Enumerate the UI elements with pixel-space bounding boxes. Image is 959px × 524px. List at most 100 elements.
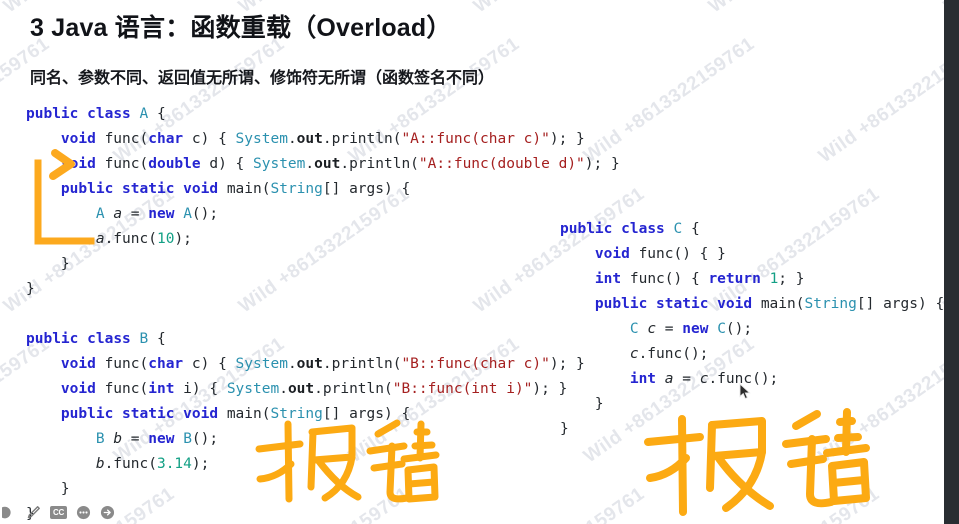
code-token: d) { (200, 156, 254, 172)
code-token: . (287, 356, 297, 372)
code-token: a (95, 231, 105, 247)
closed-caption-icon[interactable]: CC (50, 505, 67, 519)
code-block-right: public class C { void func() { } int fun… (560, 217, 944, 442)
code-token: = (122, 431, 149, 447)
code-token: public (26, 106, 79, 122)
code-token: (); (191, 431, 219, 447)
code-token: .println( (322, 131, 402, 147)
code-token: func( (95, 381, 149, 397)
code-token: } (560, 421, 569, 437)
code-token: System (253, 156, 306, 172)
code-token: c) { (183, 131, 236, 147)
code-token: int (629, 371, 657, 387)
code-token: B (183, 431, 192, 447)
code-line: B b = new B(); (26, 427, 620, 452)
code-token: ); } (549, 131, 585, 147)
code-token: static (122, 181, 175, 197)
code-token: char (148, 131, 184, 147)
code-line: public class A { (26, 102, 620, 127)
code-token: { (682, 221, 700, 237)
code-token: "A::func(char c)" (401, 131, 550, 147)
code-token: func() { } (629, 246, 726, 262)
code-token: B (95, 431, 105, 447)
code-line: C c = new C(); (560, 317, 944, 342)
code-token: static (122, 406, 175, 422)
code-token: C (717, 321, 726, 337)
code-token: System (226, 381, 280, 397)
code-token: void (183, 181, 219, 197)
mouse-cursor (739, 382, 752, 406)
code-token: func( (95, 356, 149, 372)
code-token: a (113, 206, 123, 222)
page-subtitle: 同名、参数不同、返回值无所谓、修饰符无所谓（函数签名不同） (30, 70, 495, 87)
code-token: main( (218, 181, 271, 197)
code-line: void func(double d) { System.out.println… (26, 152, 620, 177)
code-token: "B::func(int i)" (392, 381, 533, 397)
code-token: c (647, 321, 657, 337)
code-token: ); (191, 456, 210, 472)
code-token: 10 (156, 231, 175, 247)
code-token: .println( (340, 156, 419, 172)
code-token: func( (95, 156, 149, 172)
more-dots-icon[interactable] (76, 505, 91, 520)
code-token: ); (174, 231, 192, 247)
code-token: void (60, 131, 96, 147)
code-token: String (804, 296, 857, 312)
code-line: void func(char c) { System.out.println("… (26, 352, 620, 377)
code-line: } (26, 502, 620, 524)
code-token: out (296, 356, 323, 372)
code-token: void (717, 296, 753, 312)
code-token: } (594, 396, 604, 412)
code-token: (); (725, 321, 753, 337)
code-token: C (673, 221, 683, 237)
code-token: = (656, 321, 683, 337)
code-line: public static void main(String[] args) { (26, 177, 620, 202)
cursor-arrow-icon (739, 382, 751, 400)
code-line: } (26, 252, 620, 277)
code-token: String (270, 181, 323, 197)
code-token: [] args) { (322, 181, 411, 197)
arrow-right-icon[interactable] (100, 505, 115, 520)
code-token: { (148, 106, 166, 122)
code-token: A (95, 206, 105, 222)
code-token: c (629, 346, 639, 362)
code-token: .println( (314, 381, 393, 397)
code-token: "A::func(double d)" (418, 156, 585, 172)
code-token: static (656, 296, 709, 312)
code-line: void func(int i) { System.out.println("B… (26, 377, 620, 402)
code-block-left: public class A { void func(char c) { Sys… (26, 102, 620, 524)
code-token: ; } (778, 271, 805, 287)
right-edge-bar (944, 0, 959, 524)
code-token: = (122, 206, 149, 222)
player-toolbar[interactable]: CC (0, 502, 115, 522)
code-line: public class B { (26, 327, 620, 352)
code-token: [] args) { (856, 296, 945, 312)
page-title: 3 Java 语言：函数重载（Overload） (30, 14, 452, 42)
code-token: .func( (104, 456, 157, 472)
code-line: c.func(); (560, 342, 944, 367)
code-token: ); } (584, 156, 620, 172)
volume-icon[interactable] (2, 505, 17, 520)
code-token: new (148, 431, 175, 447)
slide-canvas: 3 Java 语言：函数重载（Overload） 同名、参数不同、返回值无所谓、… (0, 0, 959, 524)
pencil-icon[interactable] (26, 505, 41, 520)
code-token: main( (218, 406, 271, 422)
code-line: public static void main(String[] args) { (26, 402, 620, 427)
